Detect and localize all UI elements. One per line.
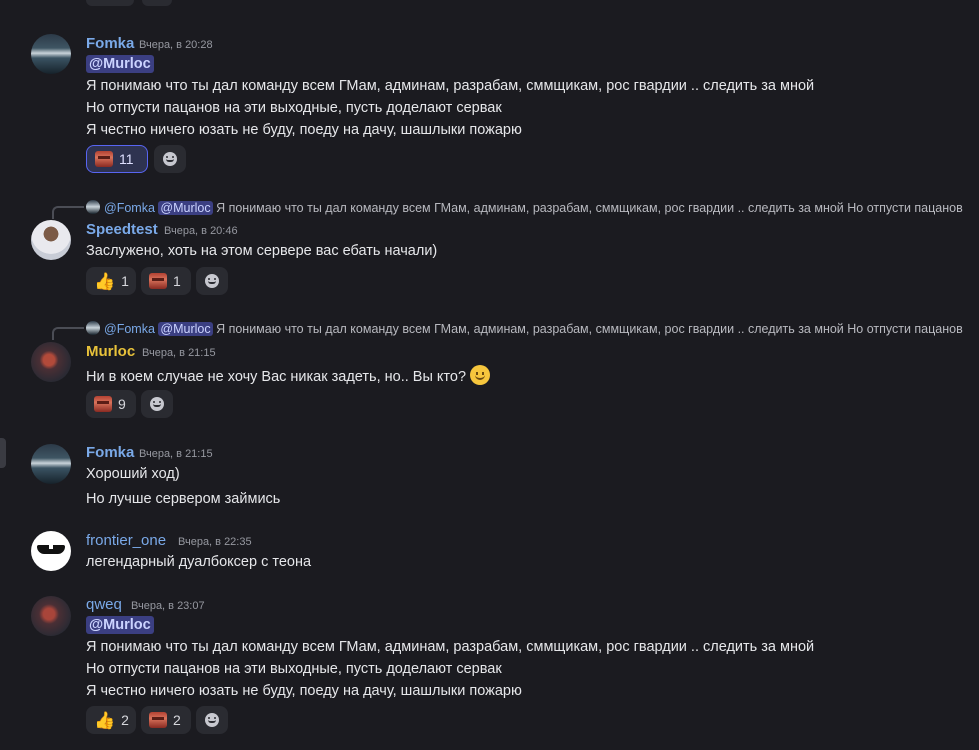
message-line: Я понимаю что ты дал команду всем ГМам, …	[86, 639, 815, 655]
previous-add-reaction-fragment[interactable]	[142, 0, 172, 6]
username[interactable]: Murloc	[86, 343, 135, 360]
add-reaction-button[interactable]	[196, 267, 228, 295]
reaction-button[interactable]: 11	[86, 145, 148, 173]
avatar[interactable]	[31, 444, 71, 484]
smiley-icon	[163, 152, 177, 166]
reply-preview[interactable]: @Fomka @Murloc Я понимаю что ты дал кома…	[86, 321, 963, 336]
smiley-icon	[205, 274, 219, 288]
message-line: Я понимаю что ты дал команду всем ГМам, …	[86, 78, 815, 94]
reply-mention[interactable]: @Murloc	[158, 201, 213, 215]
reaction-button[interactable]: 1	[141, 267, 191, 295]
reaction-button[interactable]: 9	[86, 390, 136, 418]
add-reaction-button[interactable]	[154, 145, 186, 173]
timestamp: Вчера, в 20:46	[164, 225, 238, 237]
timestamp: Вчера, в 21:15	[139, 448, 213, 460]
username[interactable]: Fomka	[86, 444, 134, 461]
avatar[interactable]	[31, 342, 71, 382]
reaction-count: 11	[119, 151, 134, 167]
message-text: Ни в коем случае не хочу Вас никак задет…	[86, 369, 467, 385]
reaction-count: 9	[118, 396, 126, 412]
mention[interactable]: @Murloc	[86, 616, 154, 634]
reply-text: Я понимаю что ты дал команду всем ГМам, …	[216, 322, 963, 336]
reply-avatar	[86, 200, 100, 214]
username[interactable]: frontier_one	[86, 532, 166, 549]
avatar[interactable]	[31, 34, 71, 74]
message-line: Но отпусти пацанов на эти выходные, пуст…	[86, 100, 502, 116]
message-line: Хороший ход)	[86, 466, 180, 482]
slight-smile-emoji-icon	[470, 365, 491, 385]
avatar[interactable]	[31, 531, 71, 571]
previous-reaction-fragment[interactable]	[86, 0, 134, 6]
reply-author[interactable]: @Fomka	[104, 201, 155, 215]
reply-preview[interactable]: @Fomka @Murloc Я понимаю что ты дал кома…	[86, 200, 963, 215]
reply-connector	[52, 327, 84, 340]
reply-avatar	[86, 321, 100, 335]
message-line: Ни в коем случае не хочу Вас никак задет…	[86, 365, 491, 385]
message-line: Но лучше сервером займись	[86, 491, 281, 507]
smiley-icon	[205, 713, 219, 727]
message-line: Заслужено, хоть на этом сервере вас ебат…	[86, 243, 438, 259]
reaction-button[interactable]: 2	[141, 706, 191, 734]
username[interactable]: qweq	[86, 596, 122, 613]
timestamp: Вчера, в 22:35	[178, 536, 252, 548]
reply-text: Я понимаю что ты дал команду всем ГМам, …	[216, 201, 963, 215]
reply-mention[interactable]: @Murloc	[158, 322, 213, 336]
reply-author[interactable]: @Fomka	[104, 322, 155, 336]
timestamp: Вчера, в 21:15	[142, 347, 216, 359]
thumbs-up-emoji-icon: 👍	[94, 271, 116, 291]
reaction-count: 2	[173, 712, 181, 728]
message-line: Но отпусти пацанов на эти выходные, пуст…	[86, 661, 502, 677]
reaction-count: 1	[173, 273, 181, 289]
avatar[interactable]	[31, 220, 71, 260]
message-line: легендарный дуалбоксер с теона	[86, 554, 312, 570]
smiley-icon	[150, 397, 164, 411]
facepalm-emoji-icon	[149, 712, 167, 728]
facepalm-emoji-icon	[94, 396, 112, 412]
avatar[interactable]	[31, 596, 71, 636]
reaction-count: 1	[121, 273, 129, 289]
sidebar-collapse-handle[interactable]	[0, 438, 6, 468]
reaction-button[interactable]: 👍 2	[86, 706, 136, 734]
sunglasses-icon	[37, 545, 65, 554]
thumbs-up-emoji-icon: 👍	[94, 710, 116, 730]
facepalm-emoji-icon	[149, 273, 167, 289]
message-line: Я честно ничего юзать не буду, поеду на …	[86, 122, 522, 138]
username[interactable]: Speedtest	[86, 221, 158, 238]
mention[interactable]: @Murloc	[86, 55, 154, 73]
reply-connector	[52, 206, 84, 219]
reaction-count: 2	[121, 712, 129, 728]
timestamp: Вчера, в 23:07	[131, 600, 205, 612]
reaction-button[interactable]: 👍 1	[86, 267, 136, 295]
add-reaction-button[interactable]	[141, 390, 173, 418]
timestamp: Вчера, в 20:28	[139, 39, 213, 51]
username[interactable]: Fomka	[86, 35, 134, 52]
facepalm-emoji-icon	[95, 151, 113, 167]
message-line: Я честно ничего юзать не буду, поеду на …	[86, 683, 522, 699]
add-reaction-button[interactable]	[196, 706, 228, 734]
